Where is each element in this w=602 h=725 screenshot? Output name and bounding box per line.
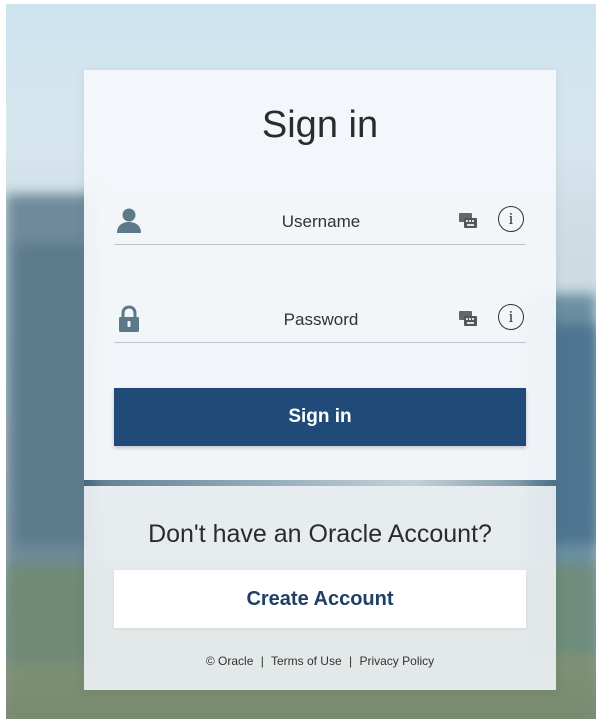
info-icon[interactable]: i: [498, 206, 524, 232]
password-field-row: i: [114, 298, 526, 343]
background-building-left-2: [16, 244, 86, 544]
user-icon: [117, 208, 141, 233]
username-field-row: i: [114, 200, 526, 245]
keyboard-icon[interactable]: [458, 211, 478, 229]
footer-links: © Oracle | Terms of Use | Privacy Policy: [84, 654, 556, 668]
create-account-button[interactable]: Create Account: [114, 570, 526, 628]
keyboard-icon[interactable]: [458, 309, 478, 327]
copyright-text: © Oracle: [205, 654, 254, 668]
page-title: Sign in: [261, 104, 379, 146]
username-input[interactable]: [174, 210, 468, 234]
signin-card: Sign in i: [84, 70, 556, 690]
info-icon[interactable]: i: [498, 304, 524, 330]
password-input[interactable]: [174, 308, 468, 332]
terms-of-use-link[interactable]: Terms of Use: [271, 654, 342, 668]
sign-in-button[interactable]: Sign in: [114, 388, 526, 446]
footer-separator: |: [260, 654, 264, 668]
footer-separator: |: [349, 654, 353, 668]
no-account-text: Don't have an Oracle Account?: [148, 520, 492, 548]
lock-icon: [119, 305, 139, 332]
privacy-policy-link[interactable]: Privacy Policy: [359, 654, 434, 668]
signin-panel: Sign in i: [84, 70, 556, 480]
